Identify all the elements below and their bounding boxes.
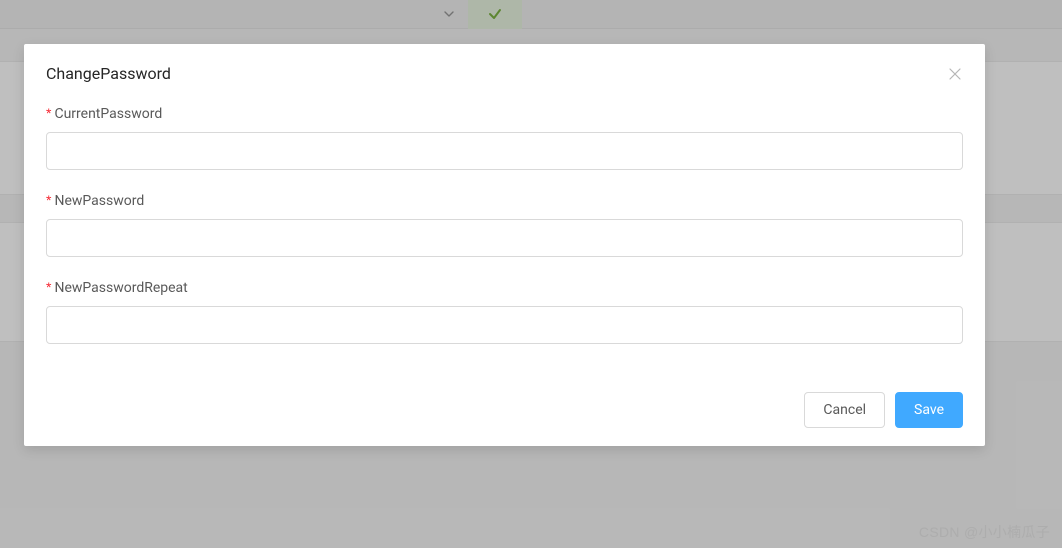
save-button[interactable]: Save	[895, 392, 963, 428]
modal-title: ChangePassword	[46, 64, 171, 83]
current-password-label: *CurrentPassword	[46, 105, 963, 122]
repeat-password-group: *NewPasswordRepeat	[46, 279, 963, 344]
new-password-input[interactable]	[46, 219, 963, 257]
required-mark: *	[46, 105, 51, 121]
watermark: CSDN @小小楠瓜子	[919, 522, 1050, 542]
new-password-group: *NewPassword	[46, 192, 963, 257]
modal-footer: Cancel Save	[46, 392, 963, 428]
modal-header: ChangePassword	[46, 64, 963, 83]
close-button[interactable]	[947, 66, 963, 82]
change-password-modal: ChangePassword *CurrentPassword *NewPass…	[24, 44, 985, 446]
required-mark: *	[46, 279, 51, 295]
repeat-password-input[interactable]	[46, 306, 963, 344]
close-icon	[949, 68, 961, 80]
cancel-button[interactable]: Cancel	[804, 392, 885, 428]
repeat-password-label: *NewPasswordRepeat	[46, 279, 963, 296]
new-password-label: *NewPassword	[46, 192, 963, 209]
current-password-input[interactable]	[46, 132, 963, 170]
required-mark: *	[46, 192, 51, 208]
current-password-group: *CurrentPassword	[46, 105, 963, 170]
